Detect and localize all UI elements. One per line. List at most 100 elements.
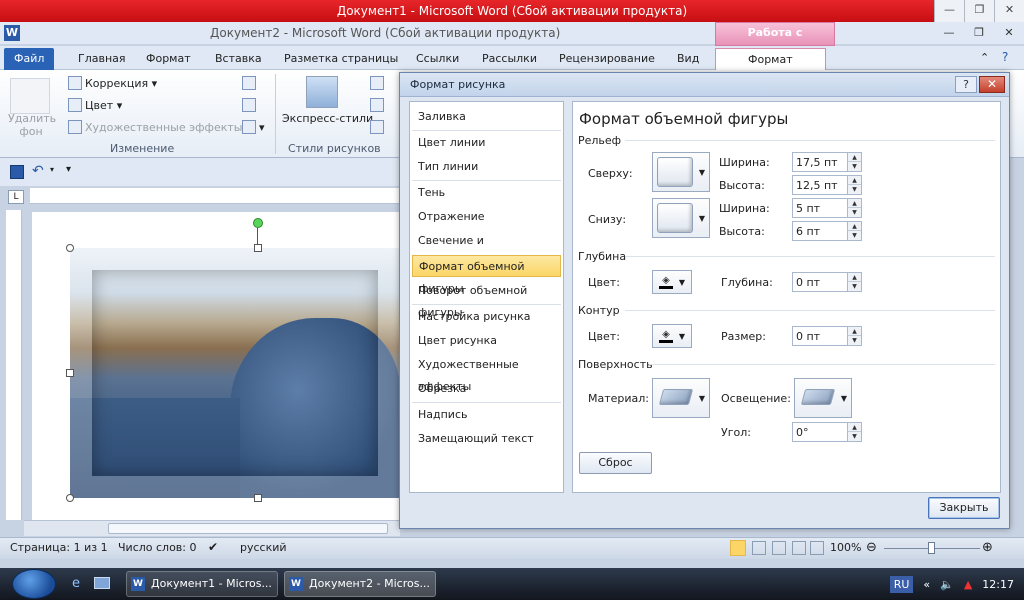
- show-desktop-icon[interactable]: [94, 577, 110, 589]
- language-status[interactable]: русский: [240, 541, 287, 554]
- help-icon[interactable]: ?: [1002, 50, 1008, 64]
- dialog-close-icon[interactable]: ✕: [979, 76, 1005, 93]
- close-icon[interactable]: ✕: [994, 22, 1024, 44]
- resize-handle-bottom[interactable]: [254, 494, 262, 502]
- spin-up-icon[interactable]: ▲: [847, 423, 861, 432]
- minimize-icon[interactable]: —: [934, 22, 964, 44]
- resize-handle-left[interactable]: [66, 369, 74, 377]
- tab-review[interactable]: Рецензирование: [559, 48, 655, 70]
- depth-color-dropdown[interactable]: ◈ ▼: [652, 270, 692, 294]
- contour-size-spinner[interactable]: ▲▼: [792, 326, 862, 346]
- spin-up-icon[interactable]: ▲: [847, 153, 861, 162]
- tab-view[interactable]: Вид: [677, 48, 699, 70]
- customize-qat-icon[interactable]: ▾: [66, 164, 71, 175]
- nav-artistic-effects[interactable]: Художественные эффекты: [412, 354, 561, 393]
- restore-icon[interactable]: ❐: [964, 0, 994, 22]
- reset-button[interactable]: Сброс: [579, 452, 652, 474]
- zoom-in-icon[interactable]: ⊕: [982, 540, 993, 555]
- tab-selector-icon[interactable]: L: [8, 190, 24, 204]
- start-button[interactable]: [12, 569, 56, 599]
- full-screen-view-icon[interactable]: [752, 541, 766, 555]
- color-button[interactable]: Цвет ▾: [68, 98, 122, 112]
- bottom-height-input[interactable]: [793, 222, 847, 240]
- nav-picture-corrections[interactable]: Настройка рисунка: [412, 306, 561, 328]
- tab-format-picture[interactable]: Формат: [715, 48, 826, 70]
- nav-crop[interactable]: Обрезка: [412, 378, 561, 400]
- scroll-thumb[interactable]: [108, 523, 388, 534]
- nav-text-box[interactable]: Надпись: [412, 404, 561, 426]
- vertical-ruler[interactable]: [6, 210, 22, 520]
- angle-input[interactable]: [793, 423, 847, 441]
- tab-references[interactable]: Ссылки: [416, 48, 459, 70]
- top-width-spinner[interactable]: ▲▼: [792, 152, 862, 172]
- horizontal-ruler[interactable]: [30, 188, 400, 204]
- horizontal-scrollbar[interactable]: [24, 520, 400, 536]
- compress-pictures-icon[interactable]: [242, 76, 259, 90]
- draft-view-icon[interactable]: [810, 541, 824, 555]
- bottom-width-input[interactable]: [793, 199, 847, 217]
- dialog-help-button[interactable]: ?: [955, 76, 977, 93]
- tab-format-text[interactable]: Формат: [146, 48, 191, 70]
- picture-layout-icon[interactable]: [370, 120, 387, 134]
- network-warning-icon[interactable]: ▲: [964, 578, 972, 591]
- close-button[interactable]: Закрыть: [928, 497, 1000, 519]
- zoom-out-icon[interactable]: ⊖: [866, 540, 877, 555]
- bottom-width-spinner[interactable]: ▲▼: [792, 198, 862, 218]
- spin-down-icon[interactable]: ▼: [847, 162, 861, 171]
- spin-down-icon[interactable]: ▼: [847, 336, 861, 345]
- tab-page-layout[interactable]: Разметка страницы: [284, 48, 398, 70]
- correction-button[interactable]: Коррекция ▾: [68, 76, 157, 90]
- spin-down-icon[interactable]: ▼: [847, 231, 861, 240]
- spin-up-icon[interactable]: ▲: [847, 222, 861, 231]
- reset-picture-icon[interactable]: ▾: [242, 120, 265, 134]
- nav-line-color[interactable]: Цвет линии: [412, 132, 561, 154]
- minimize-icon[interactable]: —: [934, 0, 964, 22]
- page-count[interactable]: Страница: 1 из 1: [10, 541, 108, 554]
- spin-down-icon[interactable]: ▼: [847, 208, 861, 217]
- spin-up-icon[interactable]: ▲: [847, 199, 861, 208]
- save-icon[interactable]: [10, 165, 24, 179]
- spin-up-icon[interactable]: ▲: [847, 176, 861, 185]
- spin-down-icon[interactable]: ▼: [847, 185, 861, 194]
- tab-mailings[interactable]: Рассылки: [482, 48, 537, 70]
- outline-view-icon[interactable]: [792, 541, 806, 555]
- spin-down-icon[interactable]: ▼: [847, 432, 861, 441]
- lighting-dropdown[interactable]: ▼: [794, 378, 852, 418]
- volume-icon[interactable]: 🔈: [940, 578, 954, 591]
- restore-icon[interactable]: ❐: [964, 22, 994, 44]
- bevel-top-dropdown[interactable]: ▼: [652, 152, 710, 192]
- nav-3d-format[interactable]: Формат объемной фигуры: [412, 255, 561, 295]
- nav-picture-color[interactable]: Цвет рисунка: [412, 330, 561, 352]
- undo-icon[interactable]: ↶: [32, 163, 44, 179]
- top-height-input[interactable]: [793, 176, 847, 194]
- depth-input[interactable]: [793, 273, 847, 291]
- selected-picture[interactable]: [70, 248, 400, 498]
- depth-spinner[interactable]: ▲▼: [792, 272, 862, 292]
- undo-dropdown-icon[interactable]: ▾: [50, 165, 54, 174]
- express-styles-button[interactable]: Экспресс-стили: [282, 112, 373, 125]
- close-icon[interactable]: ✕: [994, 0, 1024, 22]
- zoom-slider-thumb[interactable]: [928, 542, 935, 554]
- taskbar-document1[interactable]: W Документ1 - Micros...: [126, 571, 278, 597]
- tab-insert[interactable]: Вставка: [215, 48, 262, 70]
- web-layout-icon[interactable]: [772, 541, 786, 555]
- clock[interactable]: 12:17: [982, 578, 1014, 591]
- art-effects-button[interactable]: Художественные эффекты ▾: [68, 120, 251, 134]
- material-dropdown[interactable]: ▼: [652, 378, 710, 418]
- resize-handle-top[interactable]: [254, 244, 262, 252]
- zoom-level[interactable]: 100%: [830, 541, 861, 554]
- top-height-spinner[interactable]: ▲▼: [792, 175, 862, 195]
- change-picture-icon[interactable]: [242, 98, 259, 112]
- bottom-height-spinner[interactable]: ▲▼: [792, 221, 862, 241]
- nav-glow[interactable]: Свечение и сглаживание: [412, 230, 561, 269]
- remove-background-button[interactable]: Удалить фон: [8, 112, 56, 138]
- contour-color-dropdown[interactable]: ◈ ▼: [652, 324, 692, 348]
- resize-handle-bottom-left[interactable]: [66, 494, 74, 502]
- language-indicator[interactable]: RU: [889, 575, 914, 593]
- ie-icon[interactable]: e: [72, 576, 80, 591]
- tab-home[interactable]: Главная: [78, 48, 126, 70]
- top-width-input[interactable]: [793, 153, 847, 171]
- picture-border-icon[interactable]: [370, 76, 387, 90]
- tray-show-hidden-icon[interactable]: «: [923, 578, 930, 591]
- spin-down-icon[interactable]: ▼: [847, 282, 861, 291]
